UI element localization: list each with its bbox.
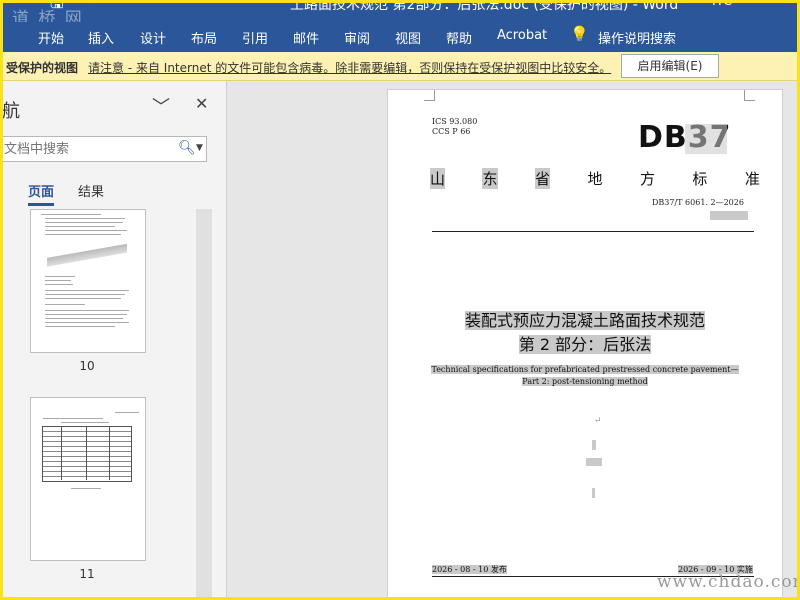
- gray-highlight: [710, 211, 748, 220]
- enable-editing-button[interactable]: 启用编辑(E): [621, 54, 719, 78]
- document-page[interactable]: ICS 93.080 CCS P 66 DB37 山 东 省 地 方 标 准 D…: [387, 89, 783, 600]
- title-en-line2: Part 2: post-tensioning method: [522, 377, 648, 386]
- page-thumbnail-10[interactable]: [30, 209, 146, 353]
- title-cn-line2: 第 2 部分：后张法: [518, 335, 652, 354]
- logo-highlight: [685, 124, 727, 154]
- document-area[interactable]: ICS 93.080 CCS P 66 DB37 山 东 省 地 方 标 准 D…: [227, 81, 800, 600]
- tab-review[interactable]: 审阅: [344, 28, 370, 47]
- publish-date: 2026 - 08 - 10 发布: [432, 565, 507, 574]
- tab-help[interactable]: 帮助: [446, 28, 472, 47]
- ics-block: ICS 93.080 CCS P 66: [432, 117, 477, 137]
- tab-references[interactable]: 引用: [242, 28, 268, 47]
- navigation-search[interactable]: 🔍︎ ▼: [0, 136, 207, 162]
- navigation-pane: 航 ﹀ ✕ 🔍︎ ▼ 页面 结果: [0, 81, 227, 600]
- protected-view-bar: 受保护的视图 请注意 - 来自 Internet 的文件可能包含病毒。除非需要编…: [0, 52, 800, 81]
- tab-home[interactable]: 开始: [38, 28, 64, 47]
- page-thumbnail-11[interactable]: [30, 397, 146, 561]
- user-account[interactable]: ITC: [712, 0, 732, 9]
- title-en-line1: Technical specifications for prefabricat…: [431, 365, 739, 374]
- search-dropdown-icon[interactable]: ▼: [196, 143, 203, 153]
- standard-number: DB37/T 6061. 2—2026: [652, 198, 744, 207]
- window-title: 土路面技术规范 第2部分：后张法.doc (受保护的视图) - Word: [290, 0, 679, 13]
- close-icon[interactable]: ✕: [195, 94, 208, 113]
- gray-highlight: [586, 458, 602, 466]
- quick-access-dropdown-icon[interactable]: ▼: [88, 0, 96, 5]
- tab-design[interactable]: 设计: [140, 28, 166, 47]
- lightbulb-icon: 💡: [570, 25, 589, 43]
- tell-me-search[interactable]: 操作说明搜索: [598, 28, 676, 47]
- page-thumbnails: 10 11: [0, 209, 196, 600]
- tab-view[interactable]: 视图: [395, 28, 421, 47]
- ics-code: ICS 93.080: [432, 117, 478, 126]
- margin-corner-tl: [424, 90, 435, 101]
- tab-pages[interactable]: 页面: [28, 181, 55, 206]
- cursor-highlight: [592, 440, 596, 450]
- page-number-11: 11: [79, 567, 95, 581]
- paragraph-mark: ↵: [594, 416, 602, 426]
- province-char: 标: [692, 170, 708, 188]
- search-input[interactable]: [2, 137, 166, 161]
- cursor-highlight: [592, 488, 595, 498]
- province-char: 省: [534, 168, 550, 189]
- tab-layout[interactable]: 布局: [191, 28, 217, 47]
- title-bar: 道 桥 网 🖫 ▼ 土路面技术规范 第2部分：后张法.doc (受保护的视图) …: [0, 0, 800, 29]
- ribbon-tabs: 开始 插入 设计 布局 引用 邮件 审阅 视图 帮助 Acrobat 💡 操作说…: [0, 22, 800, 52]
- tab-insert[interactable]: 插入: [88, 28, 114, 47]
- tab-results[interactable]: 结果: [78, 181, 104, 200]
- province-char: 方: [639, 170, 655, 188]
- province-char: 山: [430, 168, 446, 189]
- province-char: 准: [744, 170, 760, 188]
- search-icon[interactable]: 🔍︎: [178, 140, 196, 156]
- chevron-down-icon[interactable]: ﹀: [152, 93, 170, 119]
- tab-mailings[interactable]: 邮件: [293, 28, 319, 47]
- tab-acrobat[interactable]: Acrobat: [497, 28, 547, 43]
- title-cn-line1: 装配式预应力混凝土路面技术规范: [464, 311, 705, 330]
- protected-view-title: 受保护的视图: [6, 61, 79, 75]
- province-char: 东: [482, 168, 498, 189]
- navigation-title: 航: [2, 101, 20, 122]
- ccs-code: CCS P 66: [432, 127, 471, 136]
- margin-corner-tr: [744, 90, 755, 101]
- site-watermark: www.chdao.com: [657, 572, 800, 592]
- page-number-10: 10: [79, 359, 95, 373]
- header-rule: [432, 231, 754, 232]
- save-icon[interactable]: 🖫: [50, 0, 64, 19]
- thumbnail-scrollbar[interactable]: [196, 209, 212, 600]
- protected-view-message[interactable]: 请注意 - 来自 Internet 的文件可能包含病毒。除非需要编辑，否则保持在…: [88, 59, 611, 76]
- province-char: 地: [587, 170, 603, 188]
- province-standard-heading: 山 东 省 地 方 标 准: [430, 168, 760, 189]
